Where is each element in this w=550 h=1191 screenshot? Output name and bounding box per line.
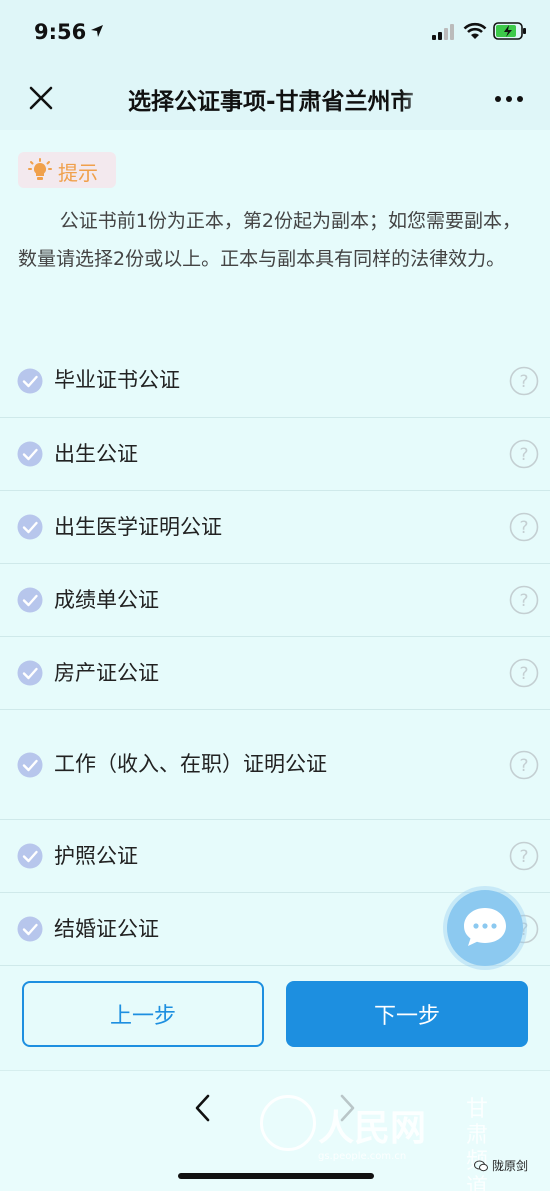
- check-circle-icon[interactable]: [17, 752, 43, 778]
- wechat-icon: [474, 1160, 488, 1171]
- battery-charging-icon: [493, 22, 526, 40]
- next-step-button[interactable]: 下一步: [286, 981, 528, 1047]
- close-icon[interactable]: [26, 83, 56, 113]
- help-icon[interactable]: ?: [509, 439, 539, 469]
- watermark-text: 人民网: [318, 1107, 427, 1149]
- svg-text:?: ?: [519, 664, 528, 684]
- svg-text:?: ?: [519, 847, 528, 867]
- check-circle-icon[interactable]: [17, 587, 43, 613]
- svg-text:?: ?: [519, 756, 528, 776]
- list-item[interactable]: 毕业证书公证?: [0, 344, 550, 418]
- svg-text:?: ?: [519, 591, 528, 611]
- check-circle-icon[interactable]: [17, 514, 43, 540]
- watermark-logo: [260, 1095, 316, 1151]
- cellular-signal-icon: [432, 24, 454, 40]
- lightbulb-icon: [28, 158, 52, 180]
- wechat-source: 陇原剑: [474, 1157, 528, 1174]
- check-circle-icon[interactable]: [17, 843, 43, 869]
- tip-text: 公证书前1份为正本，第2份起为副本；如您需要副本，数量请选择2份或以上。正本与副…: [18, 210, 521, 270]
- check-circle-icon[interactable]: [17, 660, 43, 686]
- list-item[interactable]: 工作（收入、在职）证明公证?: [0, 710, 550, 820]
- check-circle-icon[interactable]: [17, 441, 43, 467]
- home-indicator: [178, 1173, 374, 1179]
- list-item-label: 出生公证: [54, 441, 138, 466]
- list-item-label: 出生医学证明公证: [54, 514, 222, 539]
- help-icon[interactable]: ?: [509, 750, 539, 780]
- list-item-label: 房产证公证: [54, 660, 159, 685]
- list-item-label: 工作（收入、在职）证明公证: [54, 752, 327, 776]
- list-item-label: 结婚证公证: [54, 916, 159, 941]
- list-item[interactable]: 出生医学证明公证?: [0, 491, 550, 564]
- status-bar: 9:56: [0, 0, 550, 66]
- help-icon[interactable]: ?: [509, 841, 539, 871]
- check-circle-icon[interactable]: [17, 368, 43, 394]
- back-arrow-icon[interactable]: [192, 1093, 214, 1123]
- list-item-label: 成绩单公证: [54, 587, 159, 612]
- tip-section: 提示 公证书前1份为正本，第2份起为副本；如您需要副本，数量请选择2份或以上。正…: [0, 130, 550, 326]
- location-arrow-icon: [91, 25, 103, 37]
- list-item-label: 护照公证: [54, 843, 138, 868]
- notarization-item-list: 毕业证书公证? 出生公证? 出生医学证明公证? 成绩单公证? 房产证公证? 工作（收入、在…: [0, 344, 550, 966]
- help-icon[interactable]: ?: [509, 512, 539, 542]
- list-item[interactable]: 出生公证?: [0, 418, 550, 491]
- status-time: 9:56: [34, 20, 87, 44]
- watermark-side-text: 甘肃频道: [466, 1097, 489, 1191]
- tip-badge-label: 提示: [58, 161, 98, 185]
- list-item[interactable]: 成绩单公证?: [0, 564, 550, 637]
- page-title: 选择公证事项-甘肃省兰州市: [128, 89, 414, 115]
- check-circle-icon[interactable]: [17, 916, 43, 942]
- chat-bubble-icon: [464, 908, 506, 946]
- source-account-name: 陇原剑: [492, 1159, 529, 1173]
- browser-bottom-bar: 人民网 甘肃频道 gs.people.com.cn 陇原剑: [0, 1070, 550, 1191]
- list-item-label: 毕业证书公证: [54, 368, 180, 392]
- list-item[interactable]: 房产证公证?: [0, 637, 550, 710]
- help-icon[interactable]: ?: [509, 658, 539, 688]
- previous-step-button[interactable]: 上一步: [22, 981, 264, 1047]
- chat-button[interactable]: [447, 890, 523, 966]
- svg-text:?: ?: [519, 518, 528, 538]
- list-item[interactable]: 护照公证?: [0, 820, 550, 893]
- more-icon[interactable]: [494, 94, 524, 104]
- svg-text:?: ?: [519, 372, 528, 392]
- navigation-bar: 选择公证事项-甘肃省兰州市: [0, 66, 550, 130]
- svg-text:?: ?: [519, 445, 528, 465]
- help-icon[interactable]: ?: [509, 585, 539, 615]
- help-icon[interactable]: ?: [509, 366, 539, 396]
- watermark-url: gs.people.com.cn: [318, 1151, 407, 1162]
- wifi-icon: [463, 22, 487, 39]
- tip-badge: 提示: [18, 152, 116, 188]
